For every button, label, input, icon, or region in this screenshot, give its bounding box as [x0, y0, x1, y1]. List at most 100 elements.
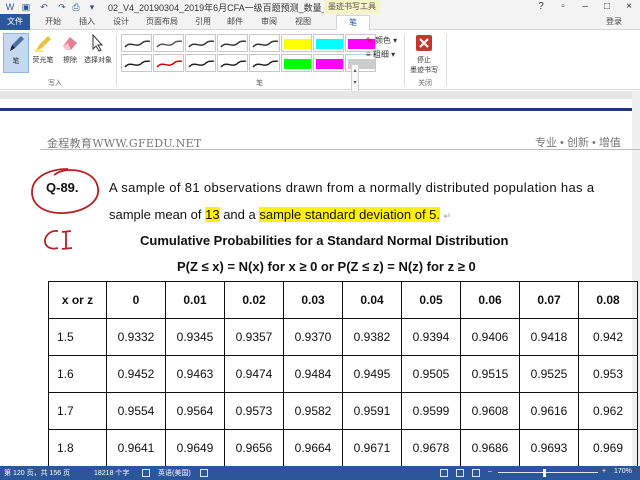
print-layout-icon[interactable] — [456, 469, 464, 477]
login-link[interactable]: 登录 — [606, 16, 622, 27]
table-row: 1.8 0.9641 0.9649 0.9656 0.9664 0.9671 0.9678 0… — [48, 429, 638, 466]
pens-group-label: 笔 — [256, 80, 263, 87]
ink-ci-annotation: CI — [44, 230, 73, 250]
pen-swatch[interactable] — [153, 54, 184, 72]
table-cell: 0.953 — [578, 355, 638, 393]
table-cell: 0.969 — [578, 429, 638, 466]
group-separator — [116, 34, 117, 86]
table-header-cell: 0.05 — [401, 281, 461, 319]
table-cell: 0.9332 — [106, 318, 166, 356]
highlighter-icon — [35, 36, 51, 52]
print-preview-icon[interactable]: ⎙ — [70, 1, 82, 13]
zoom-level[interactable]: 170% — [614, 468, 632, 475]
pen-swatch[interactable] — [185, 54, 216, 72]
zoom-out-button[interactable]: – — [488, 468, 492, 475]
pen-swatch[interactable] — [217, 34, 248, 52]
title-bar: W ▣ ↶ ↷ ⎙ ▾ 02_V4_20190304_2019年6月CFA一级百… — [0, 0, 640, 14]
table-cell: 0.9357 — [224, 318, 284, 356]
undo-icon[interactable]: ↶ — [38, 1, 50, 13]
maximize-button[interactable]: □ — [596, 0, 618, 14]
table-cell: 0.9693 — [519, 429, 579, 466]
table-cell: 0.9394 — [401, 318, 461, 356]
document-area[interactable]: 金程教育WWW.GFEDU.NET 专业 • 创新 • 增值 Q-89. CI … — [0, 91, 640, 466]
table-cell: 0.9418 — [519, 318, 579, 356]
customize-toolbar-icon[interactable]: ▾ — [86, 1, 98, 13]
close-button[interactable]: × — [618, 0, 640, 14]
page-count[interactable]: 第 120 页，共 156 页 — [4, 468, 70, 478]
tab-view[interactable]: 视图 — [290, 15, 316, 30]
zoom-slider[interactable] — [498, 472, 598, 473]
table-row-header: 1.5 — [48, 318, 107, 356]
table-cell: 0.9678 — [401, 429, 461, 466]
save-icon[interactable]: ▣ — [20, 1, 32, 13]
table-cell: 0.9406 — [460, 318, 520, 356]
pen-button[interactable]: 笔 — [3, 33, 29, 73]
table-cell: 0.9608 — [460, 392, 520, 430]
minimize-button[interactable]: – — [574, 0, 596, 14]
zoom-in-button[interactable]: + — [602, 468, 606, 475]
table-cell: 0.9641 — [106, 429, 166, 466]
pen-swatch[interactable] — [121, 54, 152, 72]
table-header-cell: 0.02 — [224, 281, 284, 319]
web-layout-icon[interactable] — [472, 469, 480, 477]
pen-color-icon: ✎ — [366, 36, 373, 45]
table-header-cell: 0.07 — [519, 281, 579, 319]
stop-inking-button[interactable]: 停止 墨迹书写 — [406, 33, 442, 74]
pen-swatch[interactable] — [281, 54, 312, 72]
table-header-corner: x or z — [48, 281, 107, 319]
table-header-cell: 0.03 — [283, 281, 343, 319]
pen-color-dropdown[interactable]: ✎ 颜色 ▾ — [366, 35, 397, 46]
question-text-line1: A sample of 81 observations drawn from a… — [109, 180, 595, 195]
pen-swatch[interactable] — [185, 34, 216, 52]
tab-review[interactable]: 审阅 — [256, 15, 282, 30]
paragraph-mark: ↵ — [443, 211, 452, 221]
table-header-row: x or z 0 0.01 0.02 0.03 0.04 0.05 0.06 0.07 0.08 — [48, 281, 638, 319]
tab-file[interactable]: 文件 — [0, 14, 30, 30]
table-header-cell: 0.04 — [342, 281, 402, 319]
ribbon-display-options-button[interactable]: ▫ — [552, 0, 574, 14]
help-button[interactable]: ? — [530, 0, 552, 14]
pen-swatch[interactable] — [121, 34, 152, 52]
write-group-label: 写入 — [48, 80, 62, 87]
pen-weight-dropdown[interactable]: ≡ 粗细 ▾ — [366, 49, 395, 60]
highlight-std-dev: sample standard deviation of 5. — [259, 207, 441, 222]
table-cell: 0.962 — [578, 392, 638, 430]
tab-page-layout[interactable]: 页面布局 — [142, 15, 182, 30]
pen-swatch[interactable] — [313, 54, 344, 72]
pen-swatch[interactable] — [217, 54, 248, 72]
tab-insert[interactable]: 插入 — [74, 15, 100, 30]
tab-pen[interactable]: 笔 — [336, 15, 370, 30]
ribbon: 笔 荧光笔 擦除 选择对象 写入 ▴ ▾ ✎ 颜色 ▾ ≡ 粗细 ▾ 笔 停止 … — [0, 30, 640, 102]
group-separator — [404, 34, 405, 86]
question-text-line2: sample mean of 13 and a sample standard … — [109, 207, 451, 222]
language-indicator[interactable]: 英语(美国) — [158, 468, 191, 478]
highlighter-button[interactable]: 荧光笔 — [30, 33, 56, 73]
pen-swatch[interactable] — [153, 34, 184, 52]
read-mode-icon[interactable] — [440, 469, 448, 477]
table-cell: 0.942 — [578, 318, 638, 356]
page-gap — [0, 91, 640, 99]
tab-home[interactable]: 开始 — [40, 15, 66, 30]
select-objects-button[interactable]: 选择对象 — [84, 33, 112, 73]
status-bar: 第 120 页，共 156 页 18218 个字 英语(美国) – + 170% — [0, 466, 640, 480]
table-cell: 0.9525 — [519, 355, 579, 393]
pen-swatch[interactable] — [313, 34, 344, 52]
table-cell: 0.9505 — [401, 355, 461, 393]
tab-mailings[interactable]: 邮件 — [222, 15, 248, 30]
tab-references[interactable]: 引用 — [190, 15, 216, 30]
pen-swatch[interactable] — [281, 34, 312, 52]
pen-swatch[interactable] — [249, 34, 280, 52]
word-logo-icon: W — [5, 2, 15, 12]
question-text-fragment: and a — [219, 207, 260, 222]
word-count[interactable]: 18218 个字 — [94, 468, 129, 478]
eraser-button[interactable]: 擦除 — [57, 33, 83, 73]
redo-icon[interactable]: ↷ — [56, 1, 68, 13]
macro-record-icon[interactable] — [200, 469, 208, 477]
table-row: 1.5 0.9332 0.9345 0.9357 0.9370 0.9382 0.9394 0… — [48, 318, 638, 356]
zoom-slider-thumb[interactable] — [543, 469, 546, 477]
pen-swatch[interactable] — [249, 54, 280, 72]
table-cell: 0.9649 — [165, 429, 225, 466]
pen-weight-icon: ≡ — [366, 50, 371, 59]
tab-design[interactable]: 设计 — [108, 15, 134, 30]
proofing-icon[interactable] — [142, 469, 150, 477]
